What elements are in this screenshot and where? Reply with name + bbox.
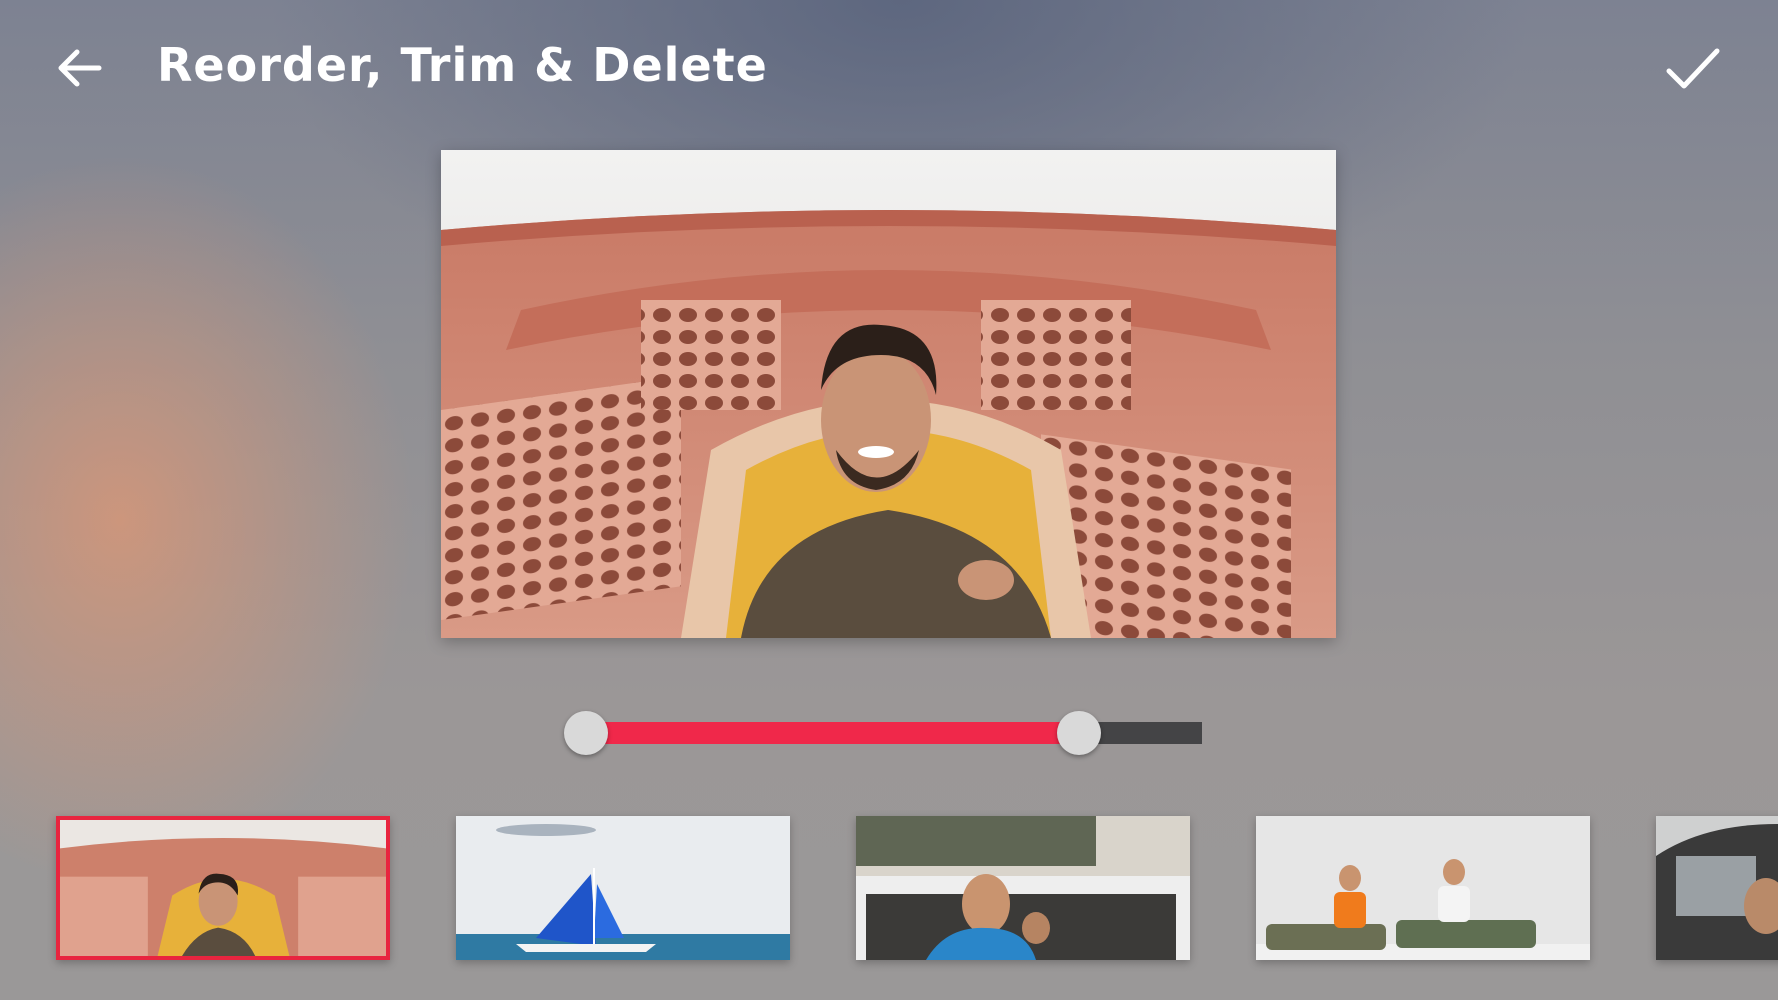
clip-strip: [0, 816, 1778, 962]
clip-thumbnail-3[interactable]: [856, 816, 1190, 960]
page-title: Reorder, Trim & Delete: [157, 38, 768, 92]
clip-thumbnail-2[interactable]: [456, 816, 790, 960]
clip-thumbnail-4[interactable]: [1256, 816, 1590, 960]
thumbnail-image: [456, 816, 790, 960]
clip-thumbnail-5[interactable]: [1656, 816, 1778, 960]
thumbnail-image: [1256, 816, 1590, 960]
thumbnail-image: [1656, 816, 1778, 960]
trim-selected-range: [586, 722, 1079, 744]
preview-image: [441, 150, 1336, 638]
clip-preview[interactable]: [441, 150, 1336, 638]
trim-track[interactable]: [564, 711, 1202, 755]
editor-screen: Reorder, Trim & Delete: [0, 0, 1778, 1000]
trim-end-handle[interactable]: [1056, 711, 1101, 755]
thumbnail-image: [856, 816, 1190, 960]
arrow-left-icon: [58, 49, 102, 87]
clip-thumbnail-1[interactable]: [56, 816, 390, 960]
trim-start-handle[interactable]: [564, 711, 608, 755]
thumbnail-image: [60, 820, 386, 956]
confirm-button[interactable]: [1658, 36, 1728, 100]
back-button[interactable]: [48, 36, 112, 100]
check-icon: [1666, 48, 1720, 89]
